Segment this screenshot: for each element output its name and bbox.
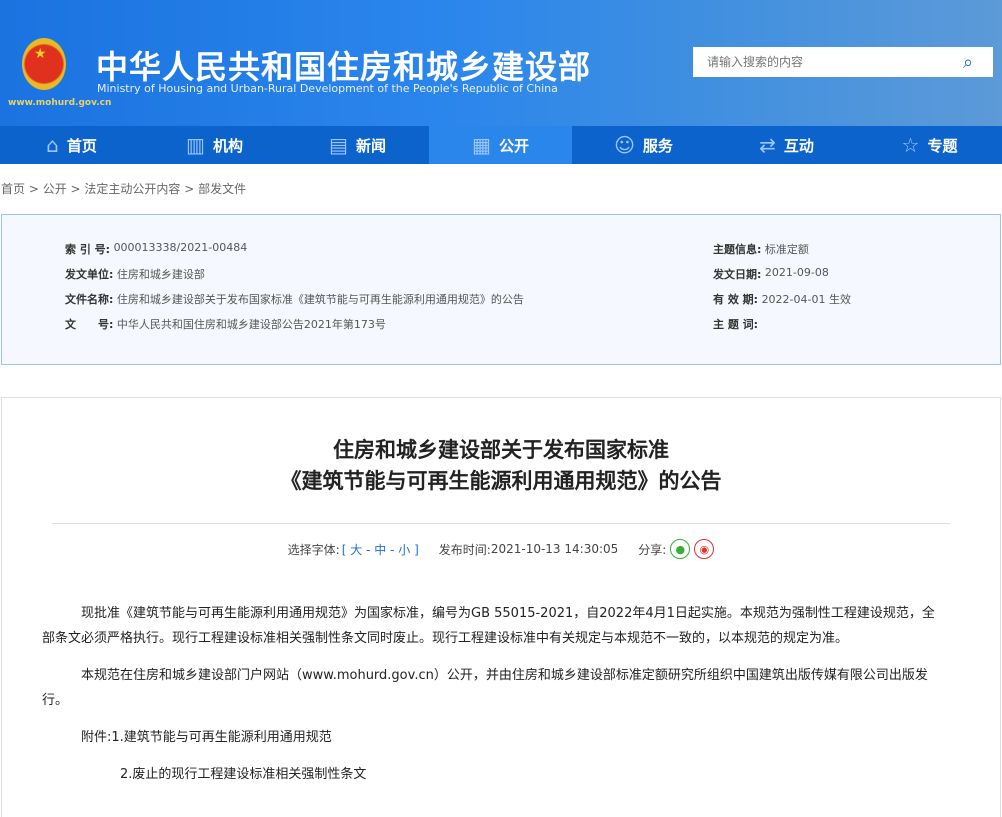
info-label: 主 题 词: (713, 316, 758, 332)
validity: 2022-04-01 生效 (762, 291, 851, 307)
title-line: 住房和城乡建设部关于发布国家标准 (2, 435, 1000, 466)
nav-service[interactable]: ☺ 服务 (572, 126, 715, 164)
weibo-share-icon[interactable]: ◉ (694, 539, 714, 559)
publish-label: 发布时间: (439, 541, 491, 558)
separator: - (390, 543, 394, 557)
issuing-unit: 住房和城乡建设部 (117, 266, 205, 282)
search-icon: ⌕ (963, 52, 973, 73)
divider (52, 523, 950, 524)
info-label: 文件名称: (65, 291, 113, 307)
star-icon: ☆ (902, 133, 920, 157)
national-emblem-logo: ★ (22, 38, 66, 90)
search-box: ⌕ (693, 47, 993, 77)
title-line: 《建筑节能与可再生能源利用通用规范》的公告 (2, 466, 1000, 497)
font-medium-link[interactable]: 中 (374, 543, 386, 557)
info-label: 发文日期: (713, 266, 761, 282)
file-name: 住房和城乡建设部关于发布国家标准《建筑节能与可再生能源利用通用规范》的公告 (117, 291, 524, 307)
search-input[interactable] (693, 47, 943, 77)
bracket: [ (342, 543, 347, 557)
info-label: 发文单位: (65, 266, 113, 282)
nav-label: 新闻 (356, 135, 386, 156)
attachment-link[interactable]: 2.废止的现行工程建设标准相关强制性条文 (120, 767, 366, 782)
index-number: 000013338/2021-00484 (114, 241, 248, 257)
interaction-icon: ⇄ (759, 133, 776, 157)
info-label: 有 效 期: (713, 291, 758, 307)
font-large-link[interactable]: 大 (350, 543, 362, 557)
nav-label: 专题 (927, 135, 957, 156)
newspaper-icon: ▤ (329, 133, 348, 157)
issue-date: 2021-09-08 (765, 266, 829, 282)
nav-topics[interactable]: ☆ 专题 (858, 126, 1001, 164)
article-body: 现批准《建筑节能与可再生能源利用通用规范》为国家标准，编号为GB 55015-2… (2, 601, 1000, 787)
info-label: 文 号: (65, 316, 113, 332)
breadcrumb-home[interactable]: 首页 (1, 182, 25, 196)
search-button[interactable]: ⌕ (943, 47, 993, 77)
nav-label: 首页 (67, 135, 97, 156)
service-icon: ☺ (614, 133, 635, 157)
article-meta: 选择字体: [ 大 - 中 - 小 ] 发布时间: 2021-10-13 14:… (2, 539, 1000, 559)
nav-label: 机构 (213, 135, 243, 156)
site-subtitle: Ministry of Housing and Urban-Rural Deve… (97, 82, 558, 95)
separator: - (366, 543, 370, 557)
article: 住房和城乡建设部关于发布国家标准 《建筑节能与可再生能源利用通用规范》的公告 选… (1, 397, 1001, 817)
nav-public[interactable]: ▦ 公开 (429, 126, 572, 164)
breadcrumb-statutory[interactable]: 法定主动公开内容 (84, 182, 180, 196)
share-label: 分享: (638, 541, 666, 558)
info-label: 主题信息: (713, 241, 761, 257)
attachment-label: 附件: (81, 730, 111, 745)
nav-organization[interactable]: ▥ 机构 (143, 126, 286, 164)
font-small-link[interactable]: 小 (398, 543, 410, 557)
topic-info: 标准定额 (765, 241, 809, 257)
nav-label: 公开 (499, 135, 529, 156)
info-label: 索 引 号: (65, 241, 110, 257)
document-number: 中华人民共和国住房和城乡建设部公告2021年第173号 (117, 316, 386, 332)
breadcrumb-ministry-docs[interactable]: 部发文件 (198, 182, 246, 196)
bracket: ] (414, 543, 419, 557)
paragraph: 现批准《建筑节能与可再生能源利用通用规范》为国家标准，编号为GB 55015-2… (42, 601, 944, 651)
nav-label: 服务 (643, 135, 673, 156)
site-header: ★ www.mohurd.gov.cn 中华人民共和国住房和城乡建设部 Mini… (0, 0, 1002, 126)
attachment-link[interactable]: 1.建筑节能与可再生能源利用通用规范 (111, 730, 331, 745)
nav-label: 互动 (784, 135, 814, 156)
nav-home[interactable]: ⌂ 首页 (0, 126, 143, 164)
publish-time: 2021-10-13 14:30:05 (491, 542, 618, 556)
nav-news[interactable]: ▤ 新闻 (286, 126, 429, 164)
breadcrumb: 首页 > 公开 > 法定主动公开内容 > 部发文件 (0, 164, 1002, 214)
site-url: www.mohurd.gov.cn (8, 98, 111, 108)
paragraph: 本规范在住房和城乡建设部门户网站（www.mohurd.gov.cn）公开，并由… (42, 663, 944, 713)
article-title: 住房和城乡建设部关于发布国家标准 《建筑节能与可再生能源利用通用规范》的公告 (2, 435, 1000, 497)
breadcrumb-public[interactable]: 公开 (43, 182, 67, 196)
wechat-share-icon[interactable]: ● (670, 539, 690, 559)
building-icon: ▥ (186, 133, 205, 157)
document-info-panel: 索 引 号: 000013338/2021-00484 发文单位: 住房和城乡建… (1, 214, 1001, 365)
document-lock-icon: ▦ (472, 133, 491, 157)
main-nav: ⌂ 首页 ▥ 机构 ▤ 新闻 ▦ 公开 ☺ 服务 ⇄ 互动 ☆ 专题 (0, 126, 1002, 164)
font-size-label: 选择字体: (288, 541, 340, 558)
nav-interaction[interactable]: ⇄ 互动 (715, 126, 858, 164)
home-icon: ⌂ (46, 133, 59, 157)
